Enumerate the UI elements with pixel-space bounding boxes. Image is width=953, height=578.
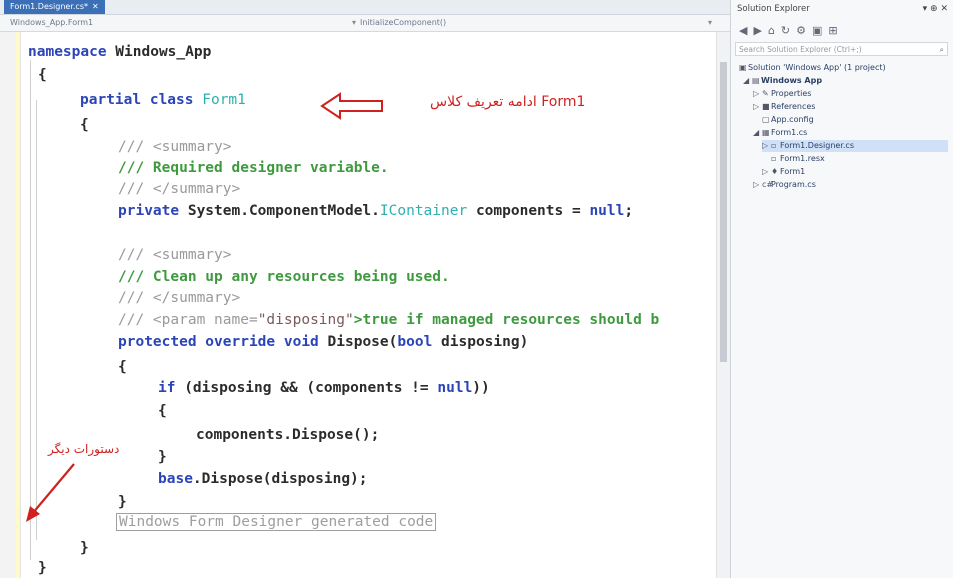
tab-label: Form1.Designer.cs* (10, 2, 88, 11)
diagonal-arrow-annotation (26, 463, 75, 522)
editor-gutter (0, 32, 21, 578)
search-icon[interactable]: ⌕ (940, 43, 944, 57)
tab-form1-designer[interactable]: Form1.Designer.cs* ✕ (4, 0, 105, 14)
code-line: /// </summary> (118, 181, 241, 197)
code-line: /// <summary> (118, 139, 232, 155)
refresh-icon[interactable]: ↻ (781, 24, 790, 37)
collapse-arrow-icon[interactable]: ▷ (753, 101, 762, 113)
tree-item-properties[interactable]: ▷ ✎ Properties (753, 88, 811, 100)
class-annotation-label: ادامه تعریف کلاس Form1 (430, 94, 586, 110)
solution-explorer-panel: Solution Explorer ▾ ⊕ ✕ ◀ ▶ ⌂ ↻ ⚙ ▣ ⊞ Se… (730, 0, 953, 578)
csharp-project-icon: ▤ (752, 76, 760, 85)
code-line: components.Dispose(); (196, 427, 380, 443)
tree-item-form1cs[interactable]: ◢ ▦Form1.cs (753, 127, 807, 139)
code-line: /// </summary> (118, 290, 241, 306)
code-line: if (disposing && (components != null)) (158, 380, 490, 396)
forward-icon[interactable]: ▶ (753, 24, 761, 37)
code-line: } (118, 494, 127, 510)
collapsed-region[interactable]: Windows Form Designer generated code (116, 512, 437, 532)
panel-title: Solution Explorer (737, 4, 810, 14)
form-icon: ▦ (762, 128, 770, 137)
scrollbar-thumb[interactable] (720, 62, 727, 362)
csharp-file-icon: c# (762, 180, 774, 189)
tree-item-appconfig[interactable]: ▢App.config (762, 114, 814, 126)
references-icon: ■ (762, 102, 770, 111)
solution-icon: ▣ (739, 63, 747, 72)
panel-window-controls[interactable]: ▾ ⊕ ✕ (923, 2, 948, 16)
left-arrow-annotation (320, 92, 383, 120)
config-file-icon: ▢ (762, 115, 770, 124)
show-all-files-icon[interactable]: ▣ (812, 24, 822, 37)
solution-explorer-toolbar: ◀ ▶ ⌂ ↻ ⚙ ▣ ⊞ (731, 20, 953, 40)
code-line: /// Clean up any resources being used. (118, 269, 450, 285)
csharp-file-icon: ▫ (771, 141, 777, 150)
code-line: { (158, 403, 167, 419)
chevron-down-icon[interactable]: ▾ (352, 15, 356, 31)
other-code-annotation-label: دستورات دیگر (48, 442, 120, 456)
collapse-arrow-icon[interactable]: ▷ (753, 179, 762, 191)
code-line: { (118, 359, 127, 375)
member-dropdown[interactable]: InitializeComponent() (360, 15, 446, 31)
code-line: /// <param name="disposing">true if mana… (118, 312, 660, 328)
tree-item-form1-resx[interactable]: ▫ Form1.resx (771, 153, 825, 165)
home-icon[interactable]: ⌂ (768, 24, 775, 37)
code-line: private System.ComponentModel.IContainer… (118, 203, 634, 219)
code-line: { (38, 67, 47, 83)
collapse-all-icon[interactable]: ⊞ (828, 24, 837, 37)
type-dropdown[interactable]: Windows_App.Form1 (10, 15, 93, 31)
code-editor[interactable]: Form1.Designer.cs* ✕ Windows_App.Form1 ▾ … (0, 0, 731, 578)
code-line: } (158, 449, 167, 465)
navigation-bar: Windows_App.Form1 ▾ InitializeComponent(… (0, 15, 730, 32)
expand-arrow-icon[interactable]: ◢ (743, 75, 752, 87)
wrench-icon: ✎ (762, 89, 769, 98)
code-line: { (80, 117, 89, 133)
editor-tab-bar: Form1.Designer.cs* ✕ (0, 0, 730, 15)
tree-item-references[interactable]: ▷ ■References (753, 101, 815, 113)
tree-item-program[interactable]: ▷ c#Program.cs (753, 179, 816, 191)
expand-arrow-icon[interactable]: ◢ (753, 127, 762, 139)
code-line: namespace Windows_App (28, 44, 212, 60)
back-icon[interactable]: ◀ (739, 24, 747, 37)
tree-item-form1-designer[interactable]: ▷ ▫ Form1.Designer.cs (762, 140, 948, 152)
tree-item-project[interactable]: ◢ ▤Windows App (743, 75, 822, 87)
code-line: base.Dispose(disposing); (158, 471, 368, 487)
code-line: } (38, 560, 47, 576)
collapse-arrow-icon[interactable]: ▷ (753, 88, 762, 100)
change-marker (16, 32, 19, 578)
code-line: partial class Form1 (80, 92, 246, 108)
close-icon[interactable]: ✕ (92, 2, 99, 11)
tree-item-solution[interactable]: ▣Solution 'Windows App' (1 project) (739, 62, 886, 74)
class-icon: ♦ (771, 167, 779, 176)
vertical-scrollbar[interactable] (716, 32, 731, 578)
properties-icon[interactable]: ⚙ (796, 24, 806, 37)
code-line: /// Required designer variable. (118, 160, 389, 176)
tree-item-form1-class[interactable]: ▷ ♦ Form1 (762, 166, 805, 178)
code-line: } (80, 540, 89, 556)
chevron-down-icon[interactable]: ▾ (708, 15, 712, 31)
resource-file-icon: ▫ (771, 154, 777, 163)
collapse-arrow-icon[interactable]: ▷ (762, 140, 771, 152)
code-line: protected override void Dispose(bool dis… (118, 334, 529, 350)
code-line: /// <summary> (118, 247, 232, 263)
collapse-arrow-icon[interactable]: ▷ (762, 166, 771, 178)
solution-search-input[interactable]: Search Solution Explorer (Ctrl+;) ⌕ (735, 42, 948, 56)
